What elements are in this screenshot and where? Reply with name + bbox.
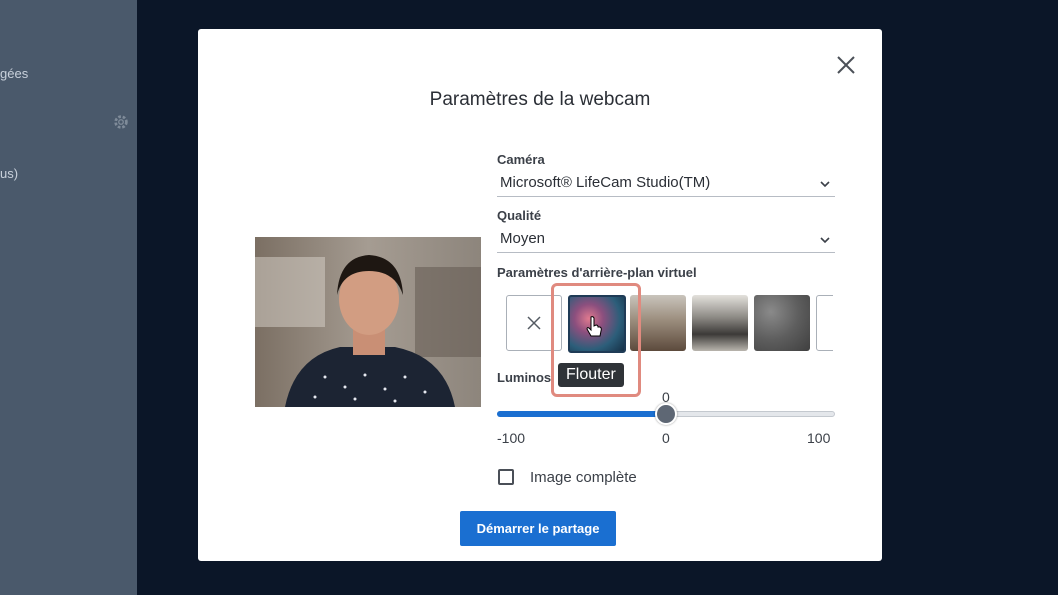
brightness-min-label: -100	[497, 430, 526, 446]
quality-value: Moyen	[500, 230, 546, 247]
webcam-preview	[255, 237, 481, 407]
blur-tooltip: Flouter	[558, 363, 624, 387]
dialog-title: Paramètres de la webcam	[429, 89, 651, 110]
chevron-down-icon	[820, 181, 830, 188]
camera-select[interactable]: Microsoft® LifeCam Studio(TM)	[497, 172, 835, 197]
sidebar: gées us)	[0, 0, 137, 595]
camera-value: Microsoft® LifeCam Studio(TM)	[500, 174, 711, 191]
sidebar-text-fragment: us)	[0, 166, 19, 181]
quality-label: Qualité	[497, 208, 542, 223]
sidebar-text-fragment: gées	[0, 66, 29, 81]
brightness-slider-thumb[interactable]	[655, 403, 677, 425]
brightness-max-label: 100	[807, 430, 831, 446]
background-option-texture[interactable]	[754, 295, 810, 351]
quality-select[interactable]: Moyen	[497, 228, 835, 253]
full-image-checkbox[interactable]	[498, 469, 514, 485]
hand-pointer-icon	[586, 316, 602, 337]
background-option-more[interactable]	[816, 295, 833, 351]
background-option-office-2[interactable]	[692, 295, 748, 351]
brightness-mid-label: 0	[662, 430, 670, 446]
brightness-slider-fill	[497, 411, 666, 417]
camera-label: Caméra	[497, 152, 545, 167]
gear-icon[interactable]	[112, 113, 130, 131]
chevron-down-icon	[820, 237, 830, 244]
close-icon[interactable]	[834, 53, 858, 77]
brightness-label: Luminos	[497, 370, 552, 385]
full-image-label: Image complète	[530, 469, 637, 486]
start-sharing-button[interactable]: Démarrer le partage	[460, 511, 616, 546]
virtual-background-label: Paramètres d'arrière-plan virtuel	[497, 265, 697, 280]
webcam-settings-dialog: Paramètres de la webcam Caméra Microsoft…	[198, 29, 882, 561]
